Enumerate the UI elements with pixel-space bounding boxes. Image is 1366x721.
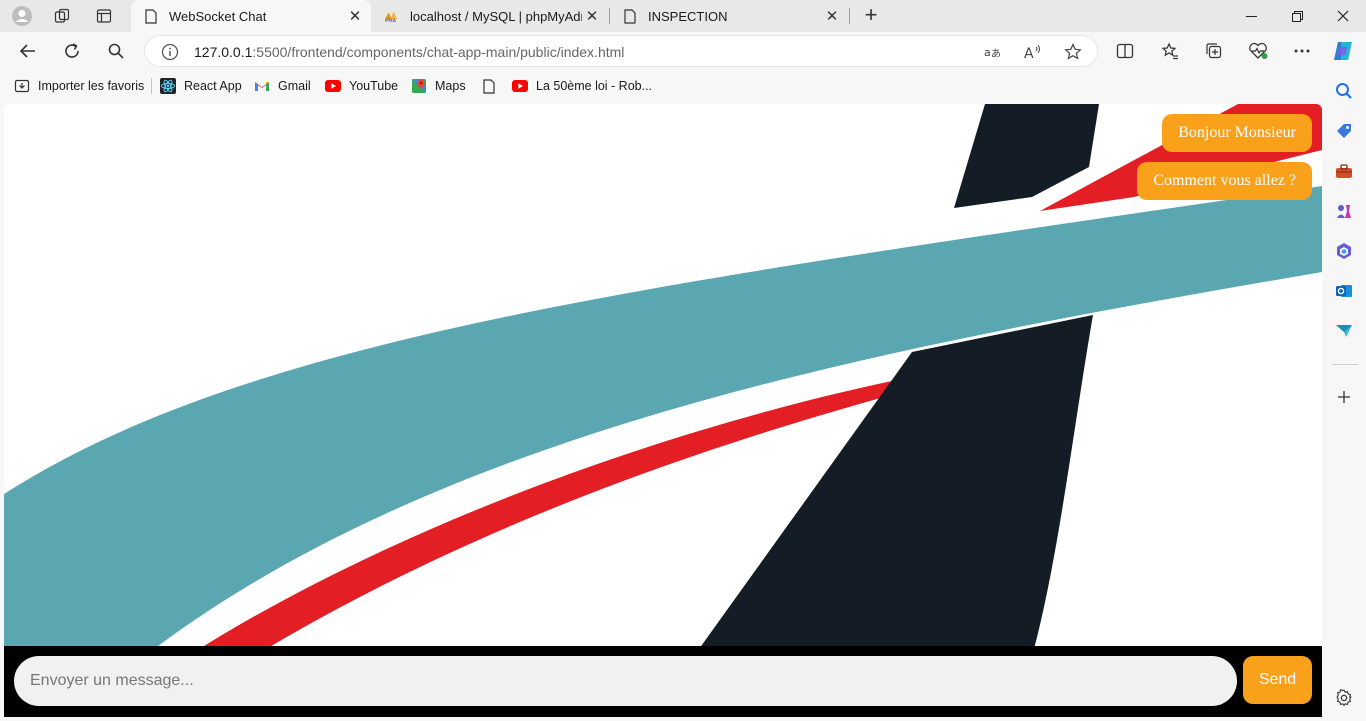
- tab-title: WebSocket Chat: [169, 8, 267, 24]
- import-icon: [14, 78, 30, 94]
- profile-avatar-icon[interactable]: [9, 4, 35, 28]
- gmail-icon: [254, 78, 270, 94]
- background-artwork: [4, 104, 1322, 649]
- vertical-tabs-icon[interactable]: [91, 4, 117, 28]
- settings-more-icon[interactable]: [1287, 36, 1317, 66]
- games-icon[interactable]: [1333, 200, 1355, 222]
- page-icon: [622, 8, 638, 24]
- svg-text:PMA: PMA: [385, 18, 397, 23]
- minimize-button[interactable]: [1228, 0, 1274, 32]
- close-tab-icon[interactable]: ✕: [582, 6, 602, 26]
- close-tab-icon[interactable]: ✕: [345, 6, 365, 26]
- bookmark-label: Gmail: [278, 79, 311, 93]
- restore-button[interactable]: [1274, 0, 1320, 32]
- drop-send-icon[interactable]: [1333, 320, 1355, 342]
- youtube-icon: [512, 78, 528, 94]
- youtube-icon: [325, 78, 341, 94]
- shopping-tag-icon[interactable]: [1333, 120, 1355, 142]
- site-info-icon[interactable]: [161, 43, 179, 61]
- workspaces-icon[interactable]: [49, 4, 75, 28]
- refresh-button[interactable]: [57, 36, 87, 66]
- read-aloud-icon[interactable]: A: [1023, 42, 1043, 62]
- favorites-icon[interactable]: [1155, 36, 1185, 66]
- close-window-button[interactable]: [1320, 0, 1366, 32]
- outlook-icon[interactable]: [1333, 280, 1355, 302]
- url-path: :5500/frontend/components/chat-app-main/…: [252, 44, 625, 60]
- react-icon: [160, 78, 176, 94]
- new-tab-button[interactable]: +: [858, 4, 884, 28]
- send-button[interactable]: Send: [1243, 656, 1312, 704]
- tab-strip: WebSocket Chat ✕ PMA localhost / MySQL |…: [0, 0, 1366, 32]
- bookmark-react-app[interactable]: React App: [160, 76, 242, 96]
- search-icon[interactable]: [101, 36, 131, 66]
- bookmark-gmail[interactable]: Gmail: [254, 76, 311, 96]
- copilot-icon[interactable]: [1328, 36, 1358, 66]
- translate-icon[interactable]: aあ: [983, 42, 1003, 62]
- collections-icon[interactable]: [1199, 36, 1229, 66]
- teal-swoosh-shape: [4, 186, 1322, 649]
- tab-separator: [849, 8, 850, 24]
- svg-text:A: A: [1024, 46, 1034, 60]
- sidebar-search-icon[interactable]: [1333, 80, 1355, 102]
- bookmarks-separator: [151, 78, 152, 94]
- sidebar-separator: [1332, 364, 1358, 365]
- bookmarks-bar: Importer les favoris React App Gmail You…: [0, 70, 1366, 102]
- svg-text:あ: あ: [991, 48, 1001, 60]
- navigation-bar: 127.0.0.1:5500/frontend/components/chat-…: [0, 32, 1366, 70]
- bookmark-label: React App: [184, 79, 242, 93]
- url-text[interactable]: 127.0.0.1:5500/frontend/components/chat-…: [194, 44, 624, 60]
- bookmark-maps[interactable]: Maps: [411, 76, 466, 96]
- tab-title: INSPECTION: [648, 8, 728, 24]
- chat-message-bubble: Comment vous allez ?: [1137, 162, 1312, 200]
- bookmark-youtube[interactable]: YouTube: [325, 76, 398, 96]
- tab-websocket-chat[interactable]: WebSocket Chat ✕: [131, 0, 371, 32]
- tab-inspection[interactable]: INSPECTION ✕: [610, 0, 848, 32]
- bookmark-label: Importer les favoris: [38, 79, 145, 93]
- bookmark-label: Maps: [435, 79, 466, 93]
- address-bar[interactable]: 127.0.0.1:5500/frontend/components/chat-…: [144, 35, 1098, 67]
- page-viewport: Bonjour Monsieur Comment vous allez ? Se…: [4, 104, 1322, 717]
- maps-icon: [411, 78, 427, 94]
- page-icon: [143, 8, 159, 24]
- page-icon: [481, 78, 497, 94]
- chat-message-bubble: Bonjour Monsieur: [1162, 114, 1312, 152]
- browser-window: WebSocket Chat ✕ PMA localhost / MySQL |…: [0, 0, 1366, 721]
- split-screen-icon[interactable]: [1110, 36, 1140, 66]
- message-input[interactable]: [14, 656, 1237, 706]
- phpmyadmin-icon: PMA: [384, 8, 400, 24]
- toolbox-icon[interactable]: [1333, 160, 1355, 182]
- message-composer: Send: [4, 646, 1322, 717]
- edge-sidebar: [1324, 70, 1366, 721]
- bookmark-page[interactable]: [481, 76, 505, 96]
- bookmark-import-favorites[interactable]: Importer les favoris: [14, 76, 144, 96]
- close-tab-icon[interactable]: ✕: [822, 6, 842, 26]
- tab-title: localhost / MySQL | phpMyAdmin: [410, 8, 582, 24]
- add-sidebar-app-icon[interactable]: [1333, 386, 1355, 408]
- bookmark-label: YouTube: [349, 79, 399, 93]
- back-button[interactable]: [13, 36, 43, 66]
- svg-text:a: a: [984, 46, 991, 59]
- microsoft-365-icon[interactable]: [1333, 240, 1355, 262]
- url-host: 127.0.0.1: [194, 44, 253, 60]
- tab-phpmyadmin[interactable]: PMA localhost / MySQL | phpMyAdmin ✕: [372, 0, 608, 32]
- sidebar-settings-gear-icon[interactable]: [1333, 687, 1355, 709]
- favorite-star-icon[interactable]: [1063, 42, 1083, 62]
- browser-essentials-icon[interactable]: [1243, 36, 1273, 66]
- bookmark-la-50eme-loi[interactable]: La 50ème loi - Rob...: [512, 76, 652, 96]
- bookmark-label: La 50ème loi - Rob...: [536, 79, 653, 93]
